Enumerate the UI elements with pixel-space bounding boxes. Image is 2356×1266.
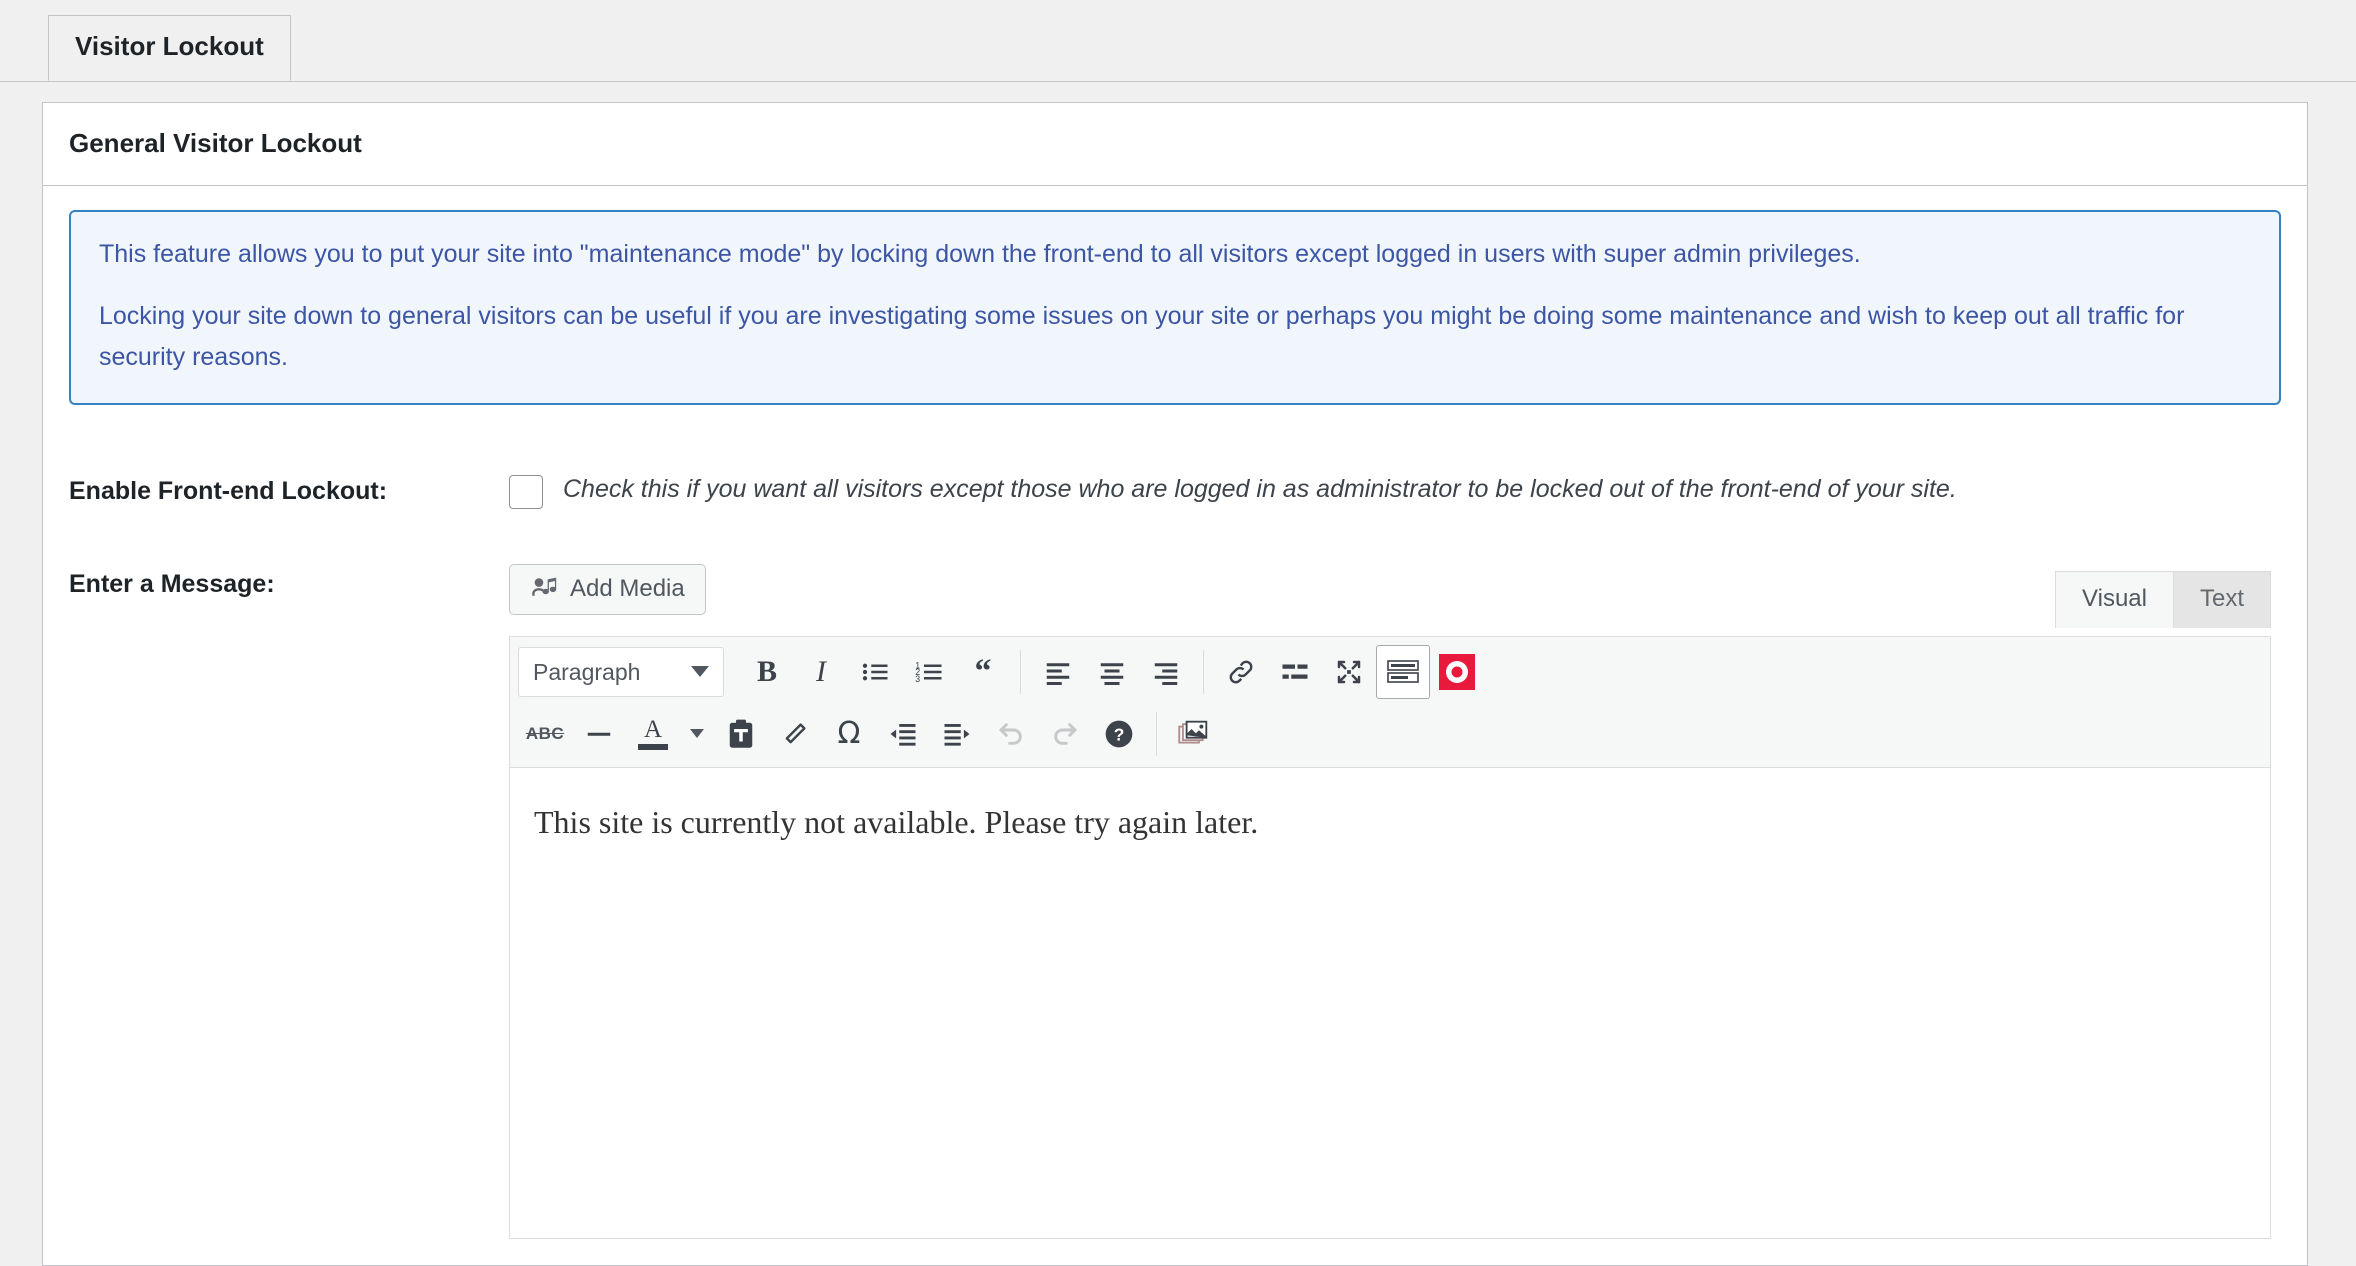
settings-form-table: Enable Front-end Lockout: Check this if … — [69, 445, 2281, 1265]
panel-body: This feature allows you to put your site… — [43, 186, 2307, 1265]
numbered-list-icon[interactable]: 1 2 3 — [902, 645, 956, 699]
tab-bar: Visitor Lockout — [0, 0, 2356, 82]
special-character-icon[interactable]: Ω — [822, 707, 876, 761]
field-message-editor: Add Media Visual Text Paragraph B I 1 2 … — [509, 538, 2281, 1265]
toolbar-row-1: Paragraph B I 1 2 3 “ — [510, 641, 2270, 703]
field-enable-lockout: Check this if you want all visitors exce… — [509, 445, 2281, 538]
editor-mode-tabs: Visual Text — [2055, 571, 2271, 628]
toolbar-row-2: ABC A Ω ? — [510, 703, 2270, 765]
add-media-button[interactable]: Add Media — [509, 563, 706, 615]
strikethrough-icon[interactable]: ABC — [518, 707, 572, 761]
chevron-down-icon — [691, 666, 709, 678]
tab-visitor-lockout[interactable]: Visitor Lockout — [48, 15, 291, 81]
clear-formatting-icon[interactable] — [768, 707, 822, 761]
panel-header: General Visitor Lockout — [43, 103, 2307, 186]
info-notice: This feature allows you to put your site… — [69, 209, 2281, 406]
add-media-label: Add Media — [570, 574, 685, 602]
bulleted-list-icon[interactable] — [848, 645, 902, 699]
format-select-value: Paragraph — [533, 658, 641, 685]
align-right-icon[interactable] — [1139, 645, 1193, 699]
page-title: General Visitor Lockout — [69, 128, 362, 158]
settings-panel: General Visitor Lockout This feature all… — [42, 102, 2308, 1266]
italic-icon[interactable]: I — [794, 645, 848, 699]
horizontal-rule-icon[interactable] — [572, 707, 626, 761]
decrease-indent-icon[interactable] — [876, 707, 930, 761]
tab-visual[interactable]: Visual — [2055, 571, 2174, 628]
tab-text[interactable]: Text — [2173, 571, 2271, 628]
undo-icon[interactable] — [984, 707, 1038, 761]
format-select[interactable]: Paragraph — [518, 646, 724, 697]
toolbar-separator — [1203, 649, 1204, 694]
label-text: Enable Front-end Lockout: — [69, 477, 388, 506]
svg-text:3: 3 — [915, 674, 920, 684]
form-row-enable-lockout: Enable Front-end Lockout: Check this if … — [69, 445, 2281, 538]
redo-icon[interactable] — [1038, 707, 1092, 761]
align-center-icon[interactable] — [1085, 645, 1139, 699]
text-color-dropdown-icon[interactable] — [680, 707, 714, 761]
notice-paragraph-1: This feature allows you to put your site… — [99, 239, 1861, 268]
keyboard-shortcuts-icon[interactable]: ? — [1092, 707, 1146, 761]
fullscreen-icon[interactable] — [1322, 645, 1376, 699]
toolbar-toggle-icon[interactable] — [1376, 644, 1430, 699]
align-left-icon[interactable] — [1031, 645, 1085, 699]
enable-lockout-checkbox[interactable] — [509, 475, 543, 510]
read-more-icon[interactable] — [1268, 645, 1322, 699]
svg-text:?: ? — [1114, 724, 1125, 744]
paste-as-text-icon[interactable] — [714, 707, 768, 761]
editor-content-area[interactable]: This site is currently not available. Pl… — [510, 767, 2270, 1238]
bold-icon[interactable]: B — [740, 645, 794, 699]
toolbar-separator — [1156, 711, 1157, 756]
label-enter-message: Enter a Message: — [69, 538, 509, 1265]
notice-paragraph-2: Locking your site down to general visito… — [99, 302, 2185, 371]
record-icon[interactable] — [1430, 645, 1484, 699]
wp-editor: Paragraph B I 1 2 3 “ ABC A Ω ? This sit… — [509, 635, 2271, 1239]
editor-toolbars: Paragraph B I 1 2 3 “ ABC A Ω ? — [510, 636, 2270, 768]
form-row-message: Enter a Message: Add Media Visual Text P… — [69, 538, 2281, 1265]
text-color-icon[interactable]: A — [626, 707, 680, 761]
insert-gallery-icon[interactable] — [1167, 707, 1221, 761]
editor-paragraph: This site is currently not available. Pl… — [534, 803, 1259, 840]
increase-indent-icon[interactable] — [930, 707, 984, 761]
editor-top-bar: Add Media Visual Text — [509, 563, 2271, 628]
label-enable-lockout: Enable Front-end Lockout: — [69, 445, 509, 538]
toolbar-separator — [1020, 649, 1021, 694]
insert-link-icon[interactable] — [1214, 645, 1268, 699]
add-media-icon — [530, 575, 558, 603]
tab-label: Visitor Lockout — [75, 31, 264, 61]
label-text: Enter a Message: — [69, 569, 275, 598]
enable-lockout-description: Check this if you want all visitors exce… — [563, 475, 1957, 504]
blockquote-icon[interactable]: “ — [956, 645, 1010, 699]
